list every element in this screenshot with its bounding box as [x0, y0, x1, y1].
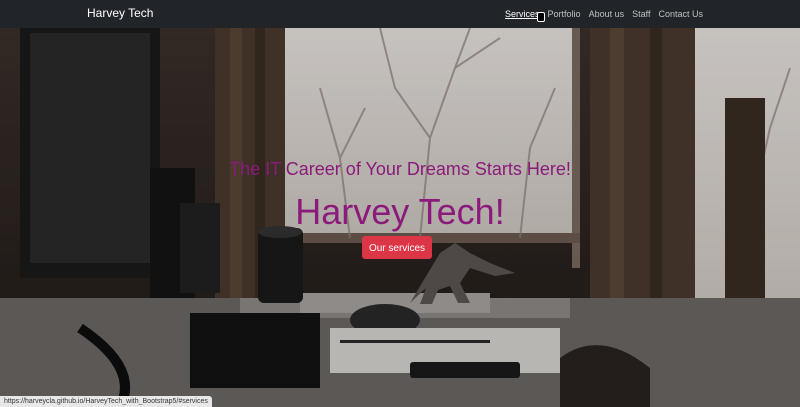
nav-link-contact-us[interactable]: Contact Us: [658, 9, 703, 19]
navbar-brand[interactable]: Harvey Tech: [87, 6, 153, 20]
our-services-button[interactable]: Our services: [362, 236, 432, 259]
status-bar-url: https://harveycla.github.io/HarveyTech_w…: [0, 396, 212, 407]
hero-content: The IT Career of Your Dreams Starts Here…: [0, 28, 800, 407]
nav-link-about-us[interactable]: About us: [589, 9, 625, 19]
navbar: Harvey Tech Services Portfolio About us …: [0, 0, 800, 28]
hero-tagline: The IT Career of Your Dreams Starts Here…: [229, 159, 571, 179]
hero-title: Harvey Tech!: [295, 191, 505, 232]
nav-link-portfolio[interactable]: Portfolio: [548, 9, 581, 19]
mouse-cursor-icon: [538, 13, 544, 21]
nav-links: Services Portfolio About us Staff Contac…: [505, 9, 703, 19]
nav-link-services[interactable]: Services: [505, 9, 540, 19]
hero-section: The IT Career of Your Dreams Starts Here…: [0, 28, 800, 407]
nav-link-staff[interactable]: Staff: [632, 9, 650, 19]
